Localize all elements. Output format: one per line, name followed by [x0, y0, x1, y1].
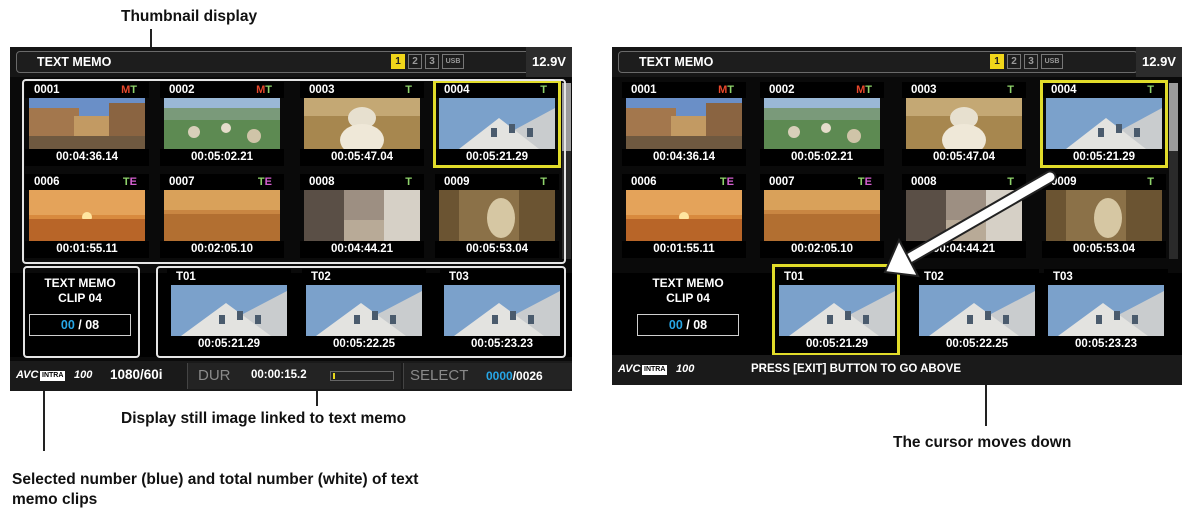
cursor-arrow	[883, 170, 1057, 278]
